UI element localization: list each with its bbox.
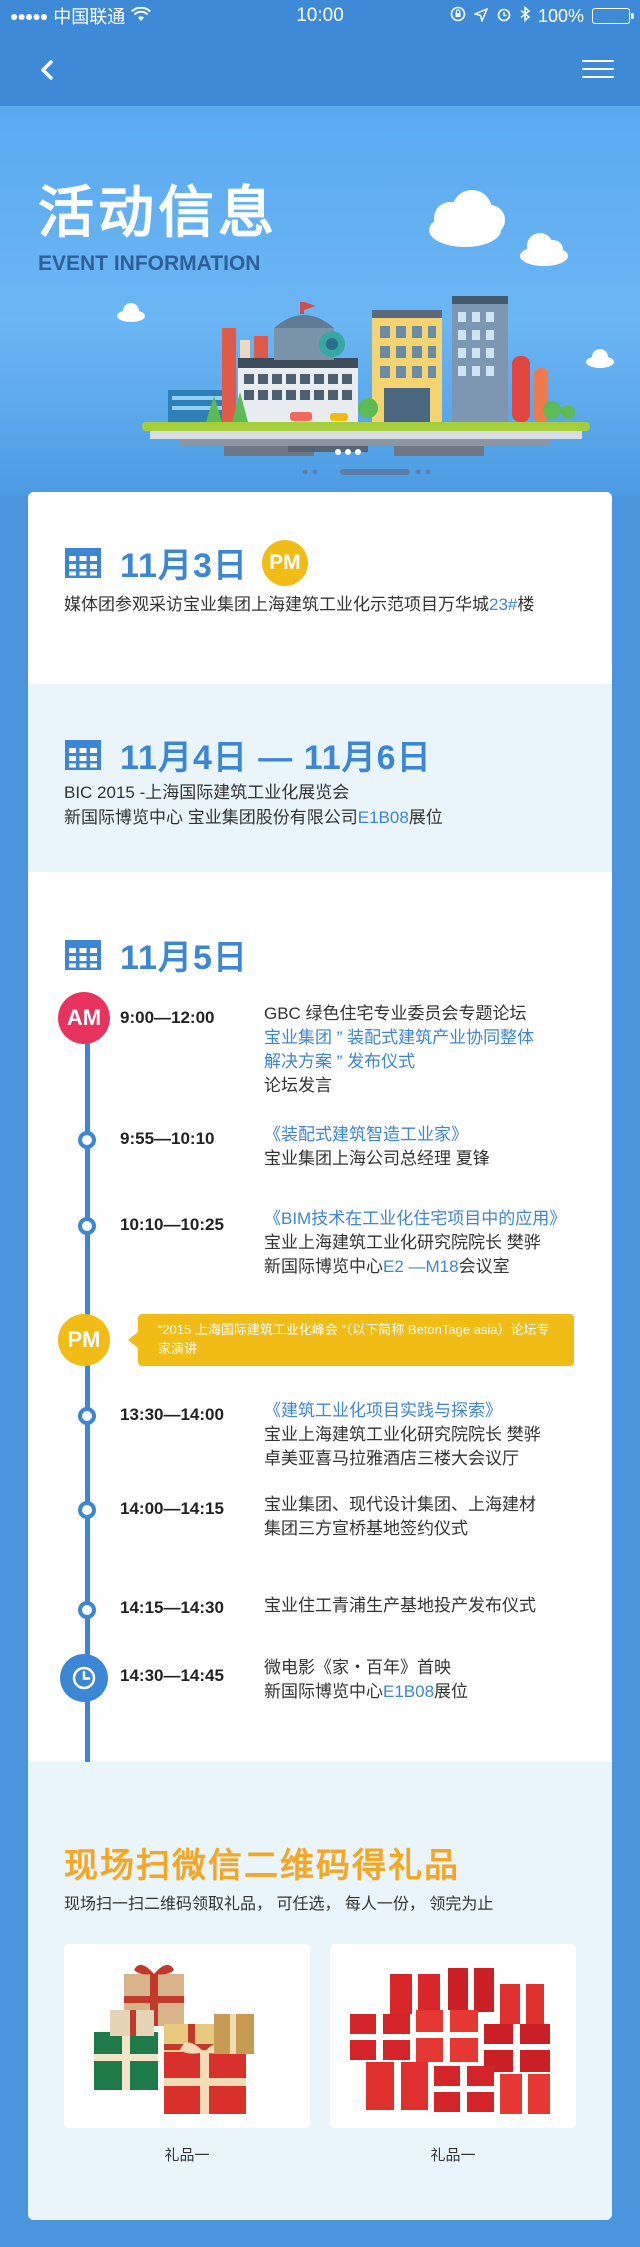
clock-icon [60, 1654, 108, 1702]
status-bar: ●●●●● 中国联通 10:00 100% [0, 0, 640, 32]
timeline-dot [78, 1131, 96, 1149]
gift-image-2[interactable] [330, 1944, 576, 2128]
hero-title: 活动信息 [38, 181, 278, 244]
event-details: 《BIM技术在工业化住宅项目中的应用》 宝业上海建筑工业化研究院院长 樊骅 新国… [264, 1207, 594, 1279]
calendar-icon [65, 739, 101, 770]
location-text: 新国际博览中心 [264, 1257, 383, 1276]
lock-rotation-icon [450, 6, 466, 27]
gift-label: 礼品一 [164, 2147, 210, 2164]
time-slot: 9:00—12:00 [120, 1008, 215, 1027]
event-line: 宝业上海建筑工业化研究院院长 樊骅 [264, 1233, 541, 1252]
room-number: E2 —M18 [383, 1257, 459, 1276]
pm-badge: PM [58, 1314, 110, 1366]
battery-icon [592, 8, 634, 24]
booth-number: E1B08 [383, 1682, 435, 1701]
calendar-icon [65, 939, 101, 970]
event-line: 解决方案 ” 发布仪式 [264, 1052, 416, 1071]
event-line: 《BIM技术在工业化住宅项目中的应用》 [264, 1209, 567, 1228]
event-details: 微电影《家・百年》首映 新国际博览中心E1B08展位 [264, 1656, 594, 1704]
schedule-card: 11月3日 PM 媒体团参观采访宝业集团上海建筑工业化示范项目万华城23#楼 1… [28, 492, 612, 2220]
event-line: 宝业集团 ” 装配式建筑产业协同整体 [264, 1028, 535, 1047]
alarm-icon [496, 6, 512, 27]
gift-boxes-image [350, 1968, 550, 2114]
event-line: 宝业集团、现代设计集团、上海建材 [264, 1495, 536, 1514]
date-label: 11月4日 — 11月6日 [120, 739, 432, 777]
forum-callout: “2015 上海国际建筑工业化峰会 ”（以下简称 BetonTage asia）… [128, 1314, 574, 1366]
day-section-nov4-6: 11月4日 — 11月6日 BIC 2015 -上海国际建筑工业化展览会 新国际… [28, 684, 612, 872]
time-slot: 13:30—14:00 [120, 1405, 224, 1424]
location-suffix: 会议室 [458, 1257, 510, 1276]
event-line: 新国际博览中心E2 —M18会议室 [264, 1255, 594, 1279]
event-line: GBC 绿色住宅专业委员会专题论坛 [264, 1004, 527, 1023]
desc-suffix: 楼 [517, 595, 535, 614]
gift-boxes-image [94, 1964, 254, 2114]
time-slot: 10:10—10:25 [120, 1215, 224, 1234]
gift-image-1[interactable] [64, 1944, 310, 2128]
battery-percent: 100% [537, 5, 584, 26]
am-badge: AM [58, 992, 110, 1044]
event-line: 论坛发言 [264, 1076, 332, 1095]
gift-label: 礼品一 [430, 2147, 476, 2164]
date-label: 11月5日 [120, 939, 248, 977]
event-details: 《建筑工业化项目实践与探索》 宝业上海建筑工业化研究院院长 樊骅 卓美亚喜马拉雅… [264, 1399, 594, 1471]
gift-description: 现场扫一扫二维码领取礼品， 可任选， 每人一份， 领完为止 [64, 1896, 494, 1913]
event-details: 宝业集团、现代设计集团、上海建材 集团三方宣桥基地签约仪式 [264, 1493, 594, 1541]
gift-title: 现场扫微信二维码得礼品 [64, 1847, 460, 1885]
calendar-icon [65, 547, 101, 578]
desc-text: 媒体团参观采访宝业集团上海建筑工业化示范项目万华城 [64, 595, 489, 614]
hero-subtitle: EVENT INFORMATION [38, 252, 261, 275]
event-details: GBC 绿色住宅专业委员会专题论坛 宝业集团 ” 装配式建筑产业协同整体 解决方… [264, 1002, 594, 1098]
menu-icon-bar [582, 68, 614, 70]
location-suffix: 展位 [408, 808, 443, 827]
event-description: 媒体团参观采访宝业集团上海建筑工业化示范项目万华城23#楼 [64, 592, 534, 617]
event-line: 《装配式建筑智造工业家》 [264, 1125, 468, 1144]
location-suffix: 展位 [434, 1682, 469, 1701]
event-line: 集团三方宣桥基地签约仪式 [264, 1519, 468, 1538]
menu-icon-bar [582, 76, 614, 78]
factory-illustration [117, 190, 614, 475]
nav-bar [0, 32, 640, 106]
location-icon [472, 6, 489, 27]
timeline-dot [78, 1407, 96, 1425]
back-button[interactable] [28, 52, 64, 88]
exhibition-name: BIC 2015 -上海国际建筑工业化展览会 [64, 783, 350, 802]
bluetooth-icon [520, 5, 531, 27]
booth-number: E1B08 [357, 808, 409, 827]
exhibition-location: 新国际博览中心 宝业集团股份有限公司E1B08展位 [64, 805, 443, 830]
time-slot: 9:55—10:10 [120, 1129, 215, 1148]
time-slot: 14:30—14:45 [120, 1666, 224, 1685]
event-description: BIC 2015 -上海国际建筑工业化展览会 新国际博览中心 宝业集团股份有限公… [64, 780, 443, 830]
location-text: 新国际博览中心 [264, 1682, 383, 1701]
timeline-dot [78, 1601, 96, 1619]
location-text: 新国际博览中心 宝业集团股份有限公司 [64, 808, 358, 827]
timeline-dot [78, 1501, 96, 1519]
building-number: 23# [489, 595, 518, 614]
menu-button[interactable] [582, 56, 614, 82]
event-details: 宝业住工青浦生产基地投产发布仪式 [264, 1594, 594, 1618]
day-section-nov3: 11月3日 PM 媒体团参观采访宝业集团上海建筑工业化示范项目万华城23#楼 [28, 492, 612, 684]
date-header: 11月4日 — 11月6日 [64, 730, 432, 779]
event-line: 微电影《家・百年》首映 [264, 1658, 451, 1677]
date-header: 11月5日 [64, 930, 248, 979]
event-line: 宝业住工青浦生产基地投产发布仪式 [264, 1596, 536, 1615]
pm-badge: PM [261, 539, 308, 586]
date-header: 11月3日 PM [64, 538, 308, 587]
page: ●●●●● 中国联通 10:00 100% 活动信息 EVENT INFORMA… [0, 0, 640, 2247]
time-slot: 14:00—14:15 [120, 1499, 224, 1518]
hero-banner: 活动信息 EVENT INFORMATION [0, 106, 640, 496]
time-slot: 14:15—14:30 [120, 1598, 224, 1617]
chevron-left-icon [41, 60, 53, 80]
date-label: 11月3日 [120, 547, 248, 585]
event-details: 《装配式建筑智造工业家》 宝业集团上海公司总经理 夏锋 [264, 1123, 594, 1171]
menu-icon-bar [582, 60, 614, 62]
event-line: 宝业集团上海公司总经理 夏锋 [264, 1149, 490, 1168]
event-line: 宝业上海建筑工业化研究院院长 樊骅 [264, 1425, 541, 1444]
event-line: 卓美亚喜马拉雅酒店三楼大会议厅 [264, 1449, 519, 1468]
event-line: 新国际博览中心E1B08展位 [264, 1680, 594, 1704]
event-line: 《建筑工业化项目实践与探索》 [264, 1401, 502, 1420]
timeline-dot [78, 1217, 96, 1235]
